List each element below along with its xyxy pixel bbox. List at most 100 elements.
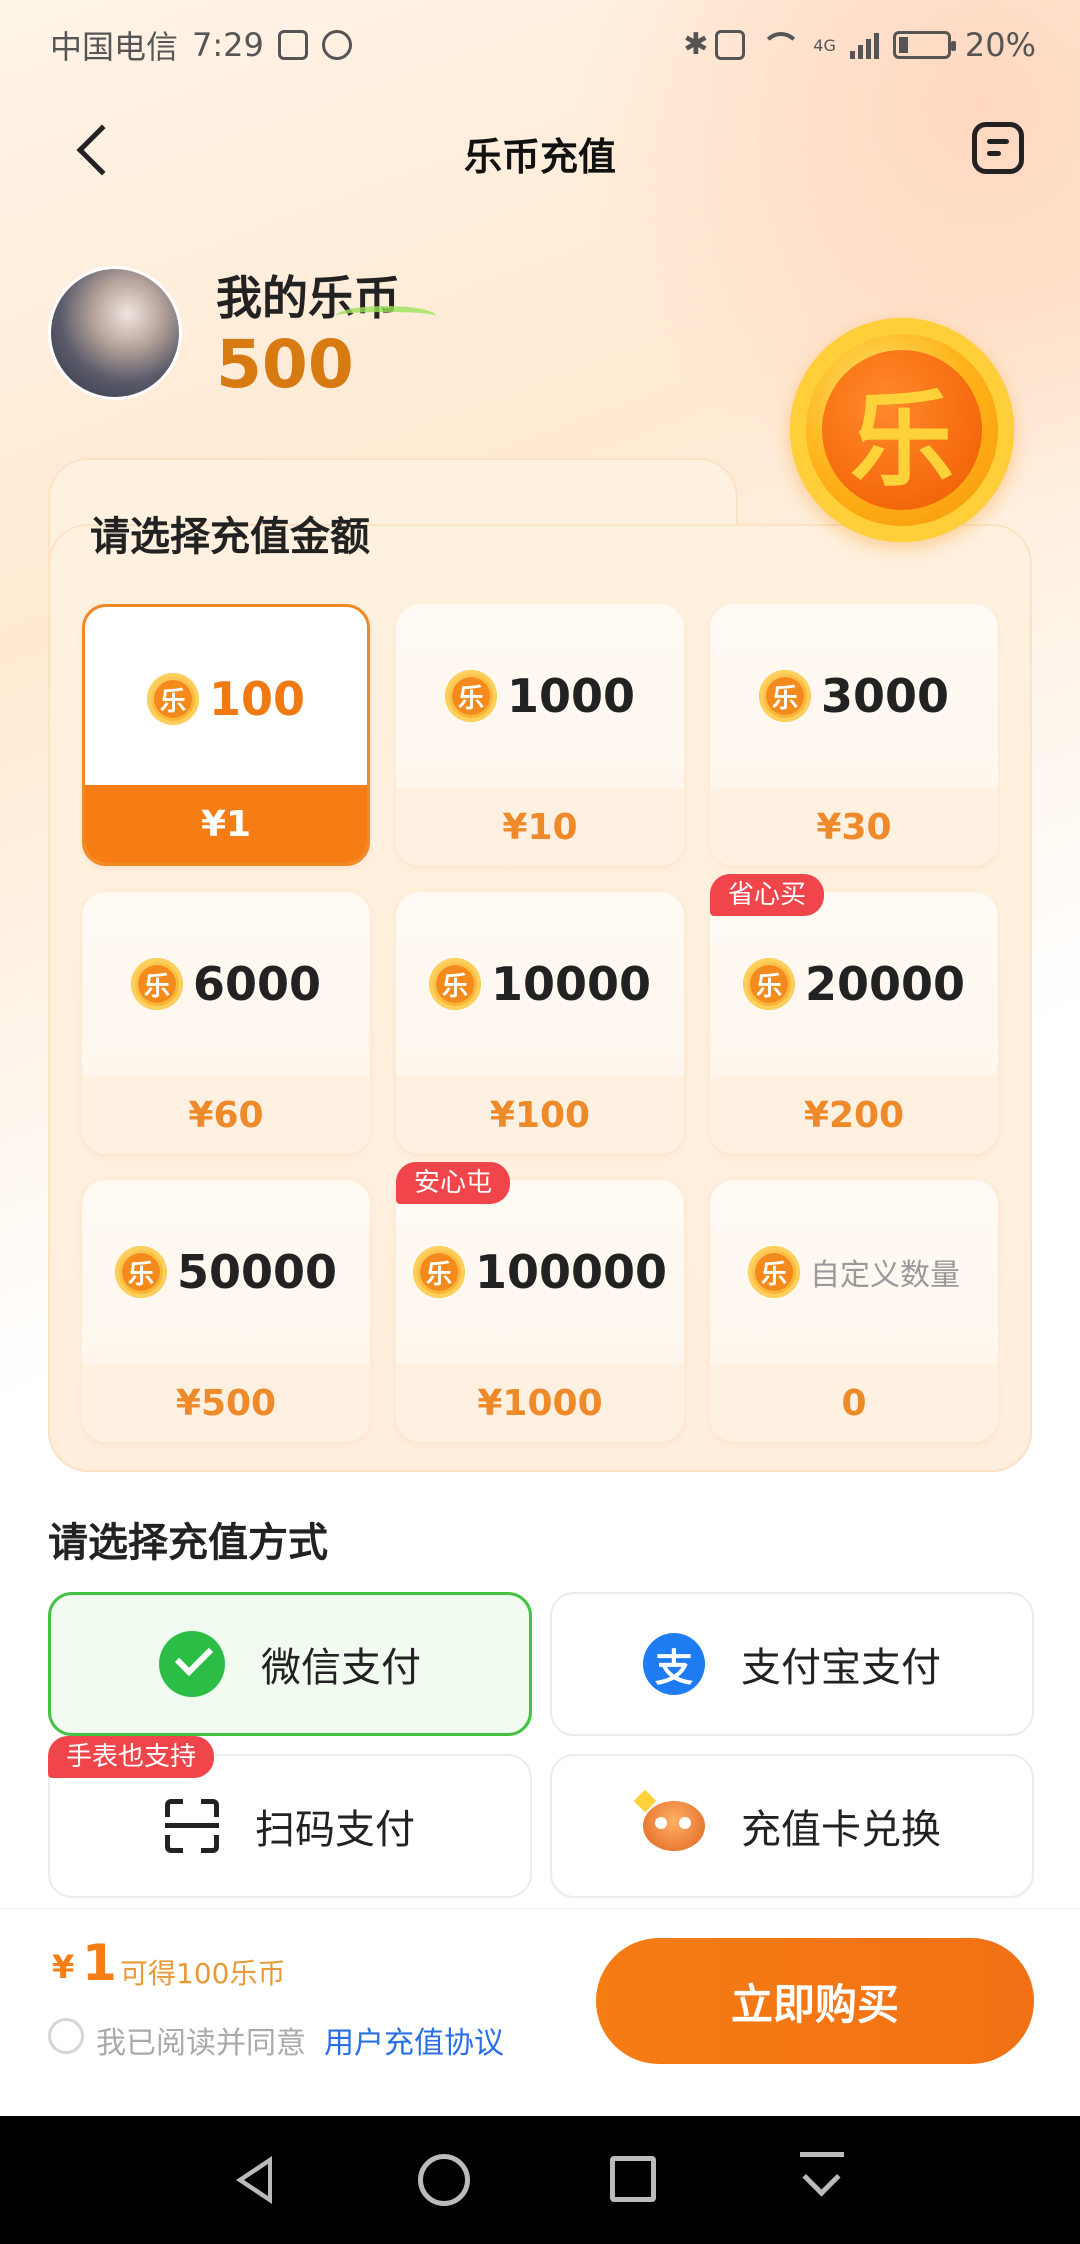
amount-option-coins: 50000 [176, 1245, 338, 1299]
custom-amount-label: 自定义数量 [810, 1258, 960, 1293]
wifi-icon [759, 30, 802, 60]
amount-option-card[interactable]: 乐 6000 ¥60 [82, 892, 370, 1154]
amount-option-coins: 10000 [490, 957, 652, 1011]
pay-option-alipay[interactable]: 支 支付宝支付 [550, 1592, 1034, 1736]
amount-option-price: ¥1000 [396, 1364, 684, 1442]
le-coin-icon: 乐 [146, 673, 199, 725]
le-coin-icon: 乐 [748, 1246, 800, 1298]
status-right: ✱ 4G 20% [683, 26, 1036, 64]
pay-option-label: 充值卡兑换 [741, 1807, 941, 1853]
alarm-icon [321, 30, 352, 60]
battery-fill [898, 37, 908, 53]
alipay-icon: 支 [643, 1633, 705, 1695]
nfc-icon [277, 30, 308, 60]
status-left: 中国电信 7:29 [50, 22, 352, 68]
amount-option-top: 乐 50000 [82, 1180, 370, 1364]
amount-section-title: 请选择充值金额 [90, 514, 370, 560]
order-list-icon[interactable] [972, 122, 1024, 174]
amount-option-card[interactable]: 乐 100 ¥1 [82, 604, 370, 866]
amount-option-card[interactable]: 乐 10000 ¥100 [396, 892, 684, 1154]
price-currency: ¥ [52, 1948, 75, 1986]
le-coin-icon: 乐 [114, 1246, 167, 1298]
le-coin-icon: 乐 [130, 958, 183, 1010]
amount-option-top: 乐 1000 [396, 604, 684, 788]
le-coin-glyph: 乐 [755, 1253, 793, 1291]
amount-option-card[interactable]: 乐 20000 ¥200 [710, 892, 998, 1154]
amount-option-top: 乐 3000 [710, 604, 998, 788]
agreement-text: 我已阅读并同意 [96, 2026, 306, 2061]
qr-scan-icon [165, 1799, 219, 1853]
le-coin-glyph: 乐 [749, 965, 788, 1003]
le-coin-glyph: 乐 [137, 965, 176, 1003]
battery-icon [892, 31, 956, 59]
amount-option-coins: 100000 [474, 1245, 668, 1299]
pay-option-label: 微信支付 [261, 1645, 421, 1691]
big-coin-glyph: 乐 [822, 350, 982, 510]
le-coin-icon: 乐 [742, 958, 795, 1010]
price-description: 可得100乐币 [120, 1957, 286, 1990]
le-coin-icon: 乐 [428, 958, 481, 1010]
promo-tag-badge: 安心屯 [396, 1162, 511, 1204]
pay-option-label: 支付宝支付 [741, 1645, 941, 1691]
app-header: 乐币充值 [0, 110, 1080, 190]
my-coins-balance: 500 [216, 326, 354, 403]
amount-option-price: ¥1 [85, 785, 367, 863]
watch-support-badge: 手表也支持 [48, 1736, 215, 1778]
amount-option-top: 乐 20000 [710, 892, 998, 1076]
amount-option-price: ¥100 [396, 1076, 684, 1154]
nav-notification-icon[interactable] [800, 2152, 844, 2208]
amount-option-card[interactable]: 乐 3000 ¥30 [710, 604, 998, 866]
amount-option-price: 0 [710, 1364, 998, 1442]
amount-option-coins: 3000 [820, 669, 950, 723]
amount-option-price: ¥10 [396, 788, 684, 866]
avatar [48, 266, 182, 400]
amount-option-card[interactable]: 乐 100000 ¥1000 [396, 1180, 684, 1442]
wechat-pay-icon [159, 1631, 225, 1697]
recharge-card-icon [643, 1801, 705, 1851]
network-type: 4G [813, 35, 836, 55]
signal-icon [849, 31, 879, 59]
le-coin-icon: 乐 [444, 670, 497, 722]
amount-option-top: 乐自定义数量 [710, 1180, 998, 1364]
amount-option-card[interactable]: 乐 1000 ¥10 [396, 604, 684, 866]
vibrate-icon [715, 30, 746, 60]
amount-option-top: 乐 10000 [396, 892, 684, 1076]
big-coin-icon: 乐 [790, 318, 1014, 542]
system-nav-bar [0, 2116, 1080, 2244]
amount-option-top: 乐 100000 [396, 1180, 684, 1364]
bluetooth-icon: ✱ [683, 27, 709, 62]
buy-now-button[interactable]: 立即购买 [596, 1938, 1034, 2064]
le-coin-glyph: 乐 [765, 677, 804, 715]
promo-tag-badge: 省心买 [710, 874, 825, 916]
amount-option-price: ¥60 [82, 1076, 370, 1154]
pay-option-wechat[interactable]: 微信支付 [48, 1592, 532, 1736]
payment-section-title: 请选择充值方式 [48, 1520, 328, 1566]
agreement-checkbox[interactable] [48, 2018, 84, 2054]
amount-option-coins: 1000 [506, 669, 636, 723]
le-coin-glyph: 乐 [419, 1253, 458, 1291]
amount-option-top: 乐 6000 [82, 892, 370, 1076]
price-amount: 1 [82, 1934, 117, 1992]
amount-option-coins: 6000 [192, 957, 322, 1011]
amount-option-card[interactable]: 乐自定义数量 0 [710, 1180, 998, 1442]
nav-back-icon[interactable] [236, 2156, 272, 2204]
my-coins-label: 我的乐币 [216, 262, 436, 328]
amount-option-price: ¥200 [710, 1076, 998, 1154]
le-coin-glyph: 乐 [451, 677, 490, 715]
pay-option-recharge-card[interactable]: 充值卡兑换 [550, 1754, 1034, 1898]
status-bar: 中国电信 7:29 ✱ 4G 20% [0, 0, 1080, 90]
nav-home-icon[interactable] [418, 2154, 470, 2206]
amount-option-price: ¥500 [82, 1364, 370, 1442]
amount-option-coins: 20000 [804, 957, 966, 1011]
amount-option-coins: 100 [208, 672, 306, 726]
amount-option-card[interactable]: 乐 50000 ¥500 [82, 1180, 370, 1442]
battery-percent: 20% [964, 26, 1036, 64]
clock-text: 7:29 [192, 26, 264, 64]
pay-option-label: 扫码支付 [255, 1807, 415, 1853]
carrier-text: 中国电信 [50, 28, 179, 66]
page-title: 乐币充值 [463, 135, 616, 179]
le-coin-glyph: 乐 [435, 965, 474, 1003]
agreement-link[interactable]: 用户充值协议 [324, 2018, 504, 2062]
le-coin-icon: 乐 [412, 1246, 465, 1298]
nav-recents-icon[interactable] [610, 2156, 656, 2202]
